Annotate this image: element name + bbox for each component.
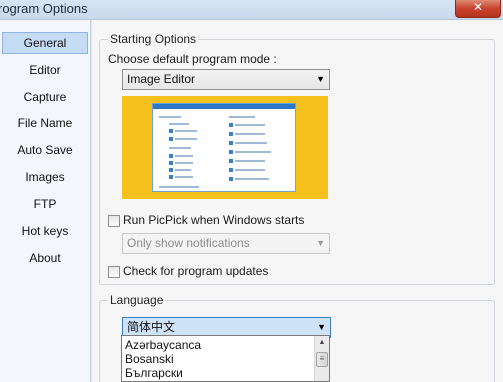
scroll-up-icon[interactable]: ▲ (316, 338, 328, 348)
default-mode-label: Choose default program mode : (108, 52, 277, 66)
default-mode-value: Image Editor (127, 72, 196, 86)
preview-window (152, 103, 296, 192)
starting-options-group: Starting Options Choose default program … (99, 32, 495, 285)
chevron-down-icon: ▼ (316, 238, 325, 248)
scroll-thumb[interactable]: ≡ (316, 352, 328, 367)
check-updates-checkbox[interactable] (108, 266, 120, 278)
chevron-down-icon: ▼ (316, 74, 325, 84)
grip-icon: ≡ (319, 354, 325, 363)
run-on-start-label: Run PicPick when Windows starts (123, 213, 305, 227)
language-dropdown-list: Azərbaycanca Bosanski Български ▲ ≡ (121, 335, 330, 382)
sidebar-item-auto-save[interactable]: Auto Save (2, 139, 88, 161)
sidebar-item-capture[interactable]: Capture (2, 86, 88, 108)
language-value: 简体中文 (127, 320, 176, 334)
dropdown-scrollbar[interactable]: ▲ ≡ (314, 336, 329, 381)
title-bar: rogram Options ✕ (0, 0, 503, 20)
sidebar-item-about[interactable]: About (2, 247, 88, 269)
check-updates-label: Check for program updates (123, 264, 269, 278)
mode-preview-image (122, 96, 328, 199)
close-button[interactable]: ✕ (455, 0, 501, 18)
sidebar-item-editor[interactable]: Editor (2, 59, 88, 81)
list-item[interactable]: Bosanski (125, 352, 174, 366)
sidebar-item-general[interactable]: General (2, 32, 88, 54)
window-title: rogram Options (0, 1, 88, 16)
list-item[interactable]: Български (125, 366, 183, 380)
run-on-start-checkbox[interactable] (108, 215, 120, 227)
options-content: Starting Options Choose default program … (92, 20, 503, 382)
notification-value: Only show notifications (127, 236, 250, 250)
sidebar-item-file-name[interactable]: File Name (2, 112, 88, 134)
close-icon: ✕ (472, 0, 484, 14)
list-item[interactable]: Azərbaycanca (125, 338, 201, 352)
default-mode-select[interactable]: Image Editor ▼ (122, 69, 330, 90)
sidebar-item-ftp[interactable]: FTP (2, 193, 88, 215)
notification-select[interactable]: Only show notifications ▼ (122, 233, 330, 254)
options-sidebar: General Editor Capture File Name Auto Sa… (0, 20, 91, 382)
starting-options-legend: Starting Options (108, 32, 199, 46)
language-legend: Language (108, 293, 166, 307)
sidebar-item-images[interactable]: Images (2, 166, 88, 188)
sidebar-item-hot-keys[interactable]: Hot keys (2, 220, 88, 242)
